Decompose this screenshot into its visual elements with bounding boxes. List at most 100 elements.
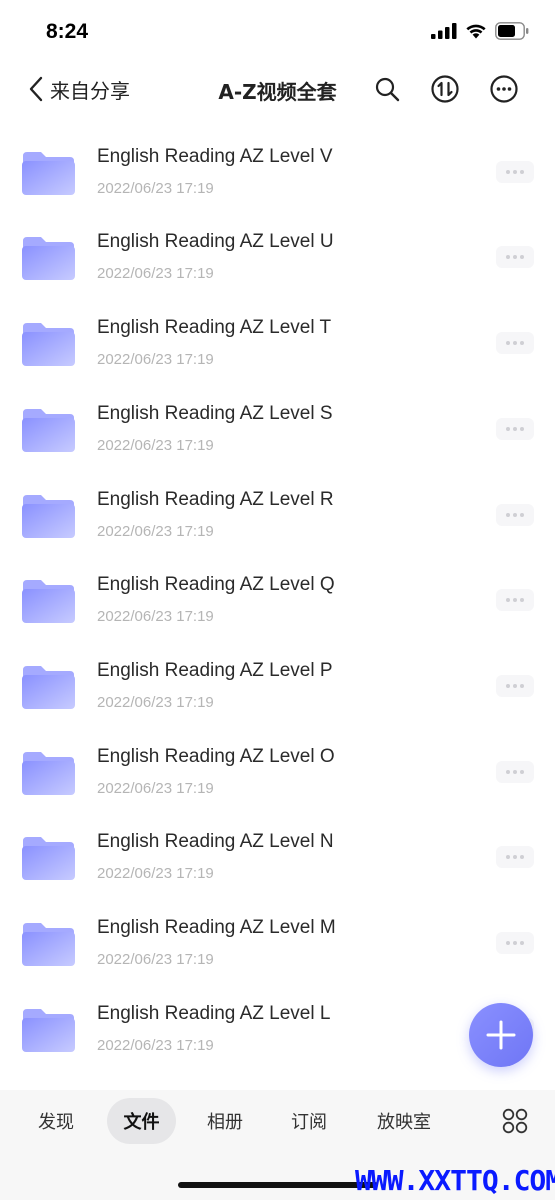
file-row[interactable]: English Reading AZ Level U 2022/06/23 17:…: [0, 217, 555, 303]
sort-button[interactable]: [429, 73, 461, 105]
folder-icon: [22, 495, 75, 538]
home-indicator: [178, 1182, 378, 1188]
dot-icon: [513, 170, 517, 174]
dot-icon: [506, 341, 510, 345]
dot-icon: [506, 427, 510, 431]
file-row[interactable]: English Reading AZ Level W2022/06/23 17:…: [0, 112, 555, 132]
file-more-button[interactable]: [496, 932, 534, 954]
dot-icon: [520, 941, 524, 945]
folder-icon: [22, 409, 75, 452]
tab-album[interactable]: 相册: [191, 1098, 259, 1144]
dot-icon: [513, 941, 517, 945]
folder-icon: [22, 752, 75, 795]
dot-icon: [513, 255, 517, 259]
folder-icon: [22, 923, 75, 966]
folder-icon: [22, 323, 75, 366]
file-row[interactable]: English Reading AZ Level M 2022/06/23 17:…: [0, 903, 555, 989]
file-name: English Reading AZ Level Q: [97, 574, 335, 595]
add-button[interactable]: [469, 1003, 533, 1067]
dot-icon: [513, 770, 517, 774]
file-date: 2022/06/23 17:19: [97, 437, 214, 454]
plus-icon: [486, 1020, 516, 1050]
tab-theater[interactable]: 放映室: [362, 1098, 446, 1144]
file-more-button[interactable]: [496, 504, 534, 526]
status-icons: [431, 22, 529, 40]
status-bar: 8:24: [0, 0, 555, 64]
file-name: English Reading AZ Level U: [97, 231, 334, 252]
file-more-button[interactable]: [496, 161, 534, 183]
more-options-button[interactable]: [488, 73, 520, 105]
dot-icon: [506, 770, 510, 774]
tab-discover[interactable]: 发现: [22, 1098, 90, 1144]
tab-subscribe[interactable]: 订阅: [275, 1098, 343, 1144]
battery-icon: [495, 22, 529, 40]
status-time: 8:24: [46, 20, 89, 43]
back-button[interactable]: 来自分享: [28, 74, 130, 104]
file-date: 2022/06/23 17:19: [97, 351, 214, 368]
file-more-button[interactable]: [496, 589, 534, 611]
search-icon: [375, 77, 400, 102]
file-more-button[interactable]: [496, 675, 534, 697]
file-name: English Reading AZ Level V: [97, 146, 333, 167]
file-date: 2022/06/23 17:19: [97, 1037, 214, 1054]
file-more-button[interactable]: [496, 418, 534, 440]
file-row[interactable]: English Reading AZ Level S 2022/06/23 17:…: [0, 389, 555, 475]
dot-icon: [520, 684, 524, 688]
apps-grid-icon[interactable]: [502, 1108, 528, 1134]
file-name: English Reading AZ Level T: [97, 317, 332, 338]
folder-icon: [22, 666, 75, 709]
file-row[interactable]: English Reading AZ Level O 2022/06/23 17:…: [0, 732, 555, 818]
file-row[interactable]: English Reading AZ Level P 2022/06/23 17:…: [0, 646, 555, 732]
folder-icon: [22, 1009, 75, 1052]
file-date: 2022/06/23 17:19: [97, 694, 214, 711]
folder-icon: [22, 837, 75, 880]
wifi-icon: [466, 24, 486, 39]
file-more-button[interactable]: [496, 332, 534, 354]
dot-icon: [506, 598, 510, 602]
file-name: English Reading AZ Level N: [97, 831, 334, 852]
watermark: WWW.XXTTQ.COM: [355, 1164, 555, 1197]
file-date: 2022/06/23 17:19: [97, 265, 214, 282]
nav-bar: 来自分享 A-Z视频全套: [0, 64, 555, 116]
file-row[interactable]: English Reading AZ Level Q 2022/06/23 17:…: [0, 560, 555, 646]
dot-icon: [513, 427, 517, 431]
dot-icon: [513, 684, 517, 688]
file-row[interactable]: English Reading AZ Level T 2022/06/23 17:…: [0, 303, 555, 389]
file-name: English Reading AZ Level L: [97, 1003, 331, 1024]
chevron-left-icon: [29, 76, 43, 102]
file-row[interactable]: English Reading AZ Level V 2022/06/23 17:…: [0, 132, 555, 218]
back-label: 来自分享: [50, 78, 130, 103]
file-date: 2022/06/23 17:19: [97, 523, 214, 540]
dot-icon: [513, 341, 517, 345]
folder-icon: [22, 580, 75, 623]
dot-icon: [506, 170, 510, 174]
file-name: English Reading AZ Level P: [97, 660, 333, 681]
sort-icon: [431, 75, 459, 103]
file-row[interactable]: English Reading AZ Level R 2022/06/23 17:…: [0, 475, 555, 561]
file-more-button[interactable]: [496, 846, 534, 868]
dot-icon: [520, 513, 524, 517]
file-name: English Reading AZ Level M: [97, 917, 336, 938]
dot-icon: [506, 255, 510, 259]
file-name: English Reading AZ Level O: [97, 746, 335, 767]
dot-icon: [513, 598, 517, 602]
file-more-button[interactable]: [496, 246, 534, 268]
dot-icon: [520, 341, 524, 345]
dot-icon: [520, 170, 524, 174]
search-button[interactable]: [371, 73, 403, 105]
file-row[interactable]: English Reading AZ Level N 2022/06/23 17:…: [0, 817, 555, 903]
file-date: 2022/06/23 17:19: [97, 608, 214, 625]
tab-files[interactable]: 文件: [107, 1098, 176, 1144]
dot-icon: [506, 513, 510, 517]
file-date: 2022/06/23 17:19: [97, 865, 214, 882]
file-date: 2022/06/23 17:19: [97, 780, 214, 797]
file-more-button[interactable]: [496, 761, 534, 783]
dot-icon: [513, 513, 517, 517]
dot-icon: [506, 684, 510, 688]
dot-icon: [520, 770, 524, 774]
folder-icon: [22, 152, 75, 195]
file-name: English Reading AZ Level S: [97, 403, 333, 424]
dot-icon: [513, 855, 517, 859]
dot-icon: [506, 941, 510, 945]
file-list[interactable]: English Reading AZ Level W2022/06/23 17:…: [0, 112, 555, 1090]
